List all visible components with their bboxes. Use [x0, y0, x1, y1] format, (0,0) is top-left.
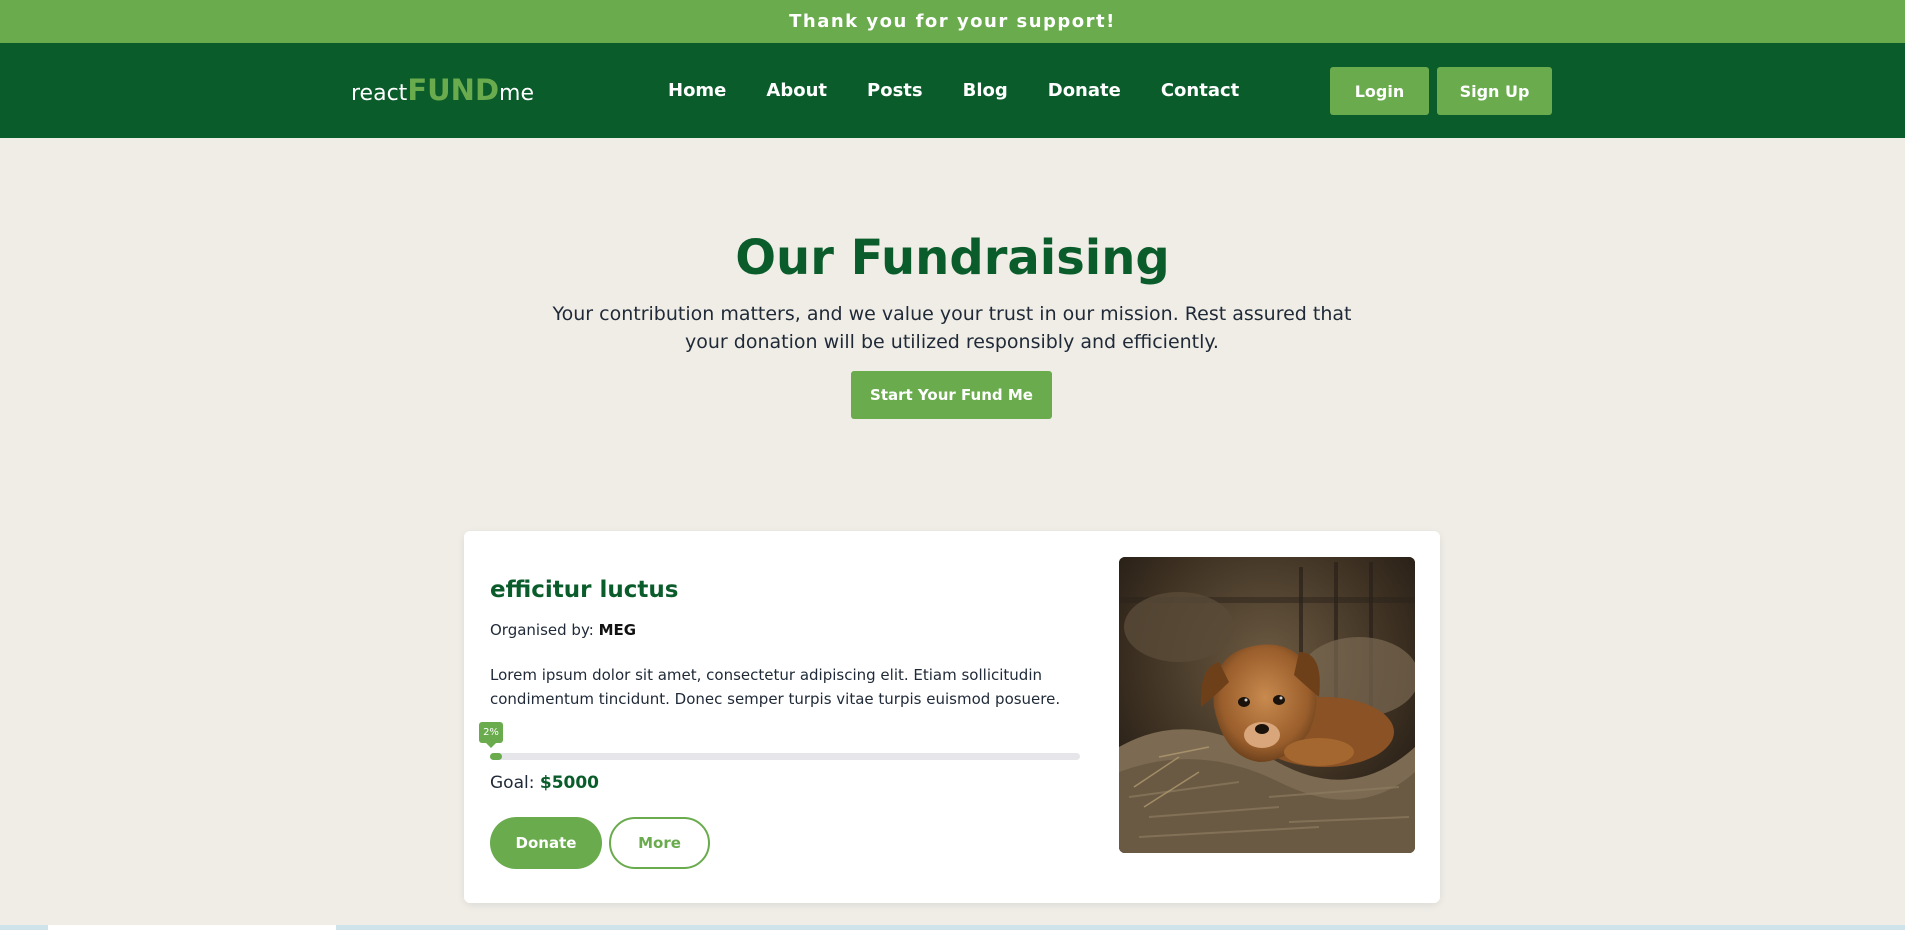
progress-percent-tag: 2% [479, 722, 503, 748]
nav-link-donate[interactable]: Donate [1048, 80, 1121, 101]
signup-button[interactable]: Sign Up [1437, 67, 1552, 115]
main-navbar: reactFUNDme Home About Posts Blog Donate… [0, 43, 1905, 138]
nav-menu: Home About Posts Blog Donate Contact [668, 43, 1239, 138]
page-title: Our Fundraising [735, 230, 1170, 286]
login-button[interactable]: Login [1330, 67, 1429, 115]
goal-value: $5000 [539, 773, 600, 793]
campaign-card: efficitur luctus Organised by: MEG Lorem… [464, 531, 1440, 903]
start-fund-button[interactable]: Start Your Fund Me [851, 371, 1052, 419]
banner-text: Thank you for your support! [789, 11, 1116, 32]
announcement-banner: Thank you for your support! [0, 0, 1905, 43]
nav-link-about[interactable]: About [766, 80, 827, 101]
nav-link-blog[interactable]: Blog [963, 80, 1008, 101]
logo-middle: FUND [407, 73, 500, 107]
brand-logo[interactable]: reactFUNDme [351, 75, 534, 109]
nav-link-home[interactable]: Home [668, 80, 726, 101]
campaign-organiser: Organised by: MEG [490, 621, 636, 639]
campaign-description: Lorem ipsum dolor sit amet, consectetur … [490, 666, 1061, 732]
campaign-goal: Goal: $5000 [490, 773, 599, 793]
puppy-photo [1119, 557, 1415, 853]
goal-label: Goal: [490, 773, 535, 793]
logo-suffix: me [499, 81, 534, 106]
more-button[interactable]: More [609, 817, 710, 869]
hero-subtitle: Your contribution matters, and we value … [552, 303, 1352, 353]
browser-bottom-strip [0, 925, 1905, 930]
donate-button[interactable]: Donate [490, 817, 602, 869]
progress-bar-fill [490, 753, 502, 760]
nav-link-posts[interactable]: Posts [867, 80, 923, 101]
organiser-label: Organised by: [490, 621, 594, 639]
puppy-illustration [1119, 557, 1415, 853]
organiser-name: MEG [598, 621, 637, 639]
logo-prefix: react [351, 81, 408, 106]
nav-link-contact[interactable]: Contact [1161, 80, 1239, 101]
progress-bar [490, 753, 1080, 760]
campaign-title[interactable]: efficitur luctus [490, 577, 678, 603]
bottom-tab [48, 925, 336, 930]
